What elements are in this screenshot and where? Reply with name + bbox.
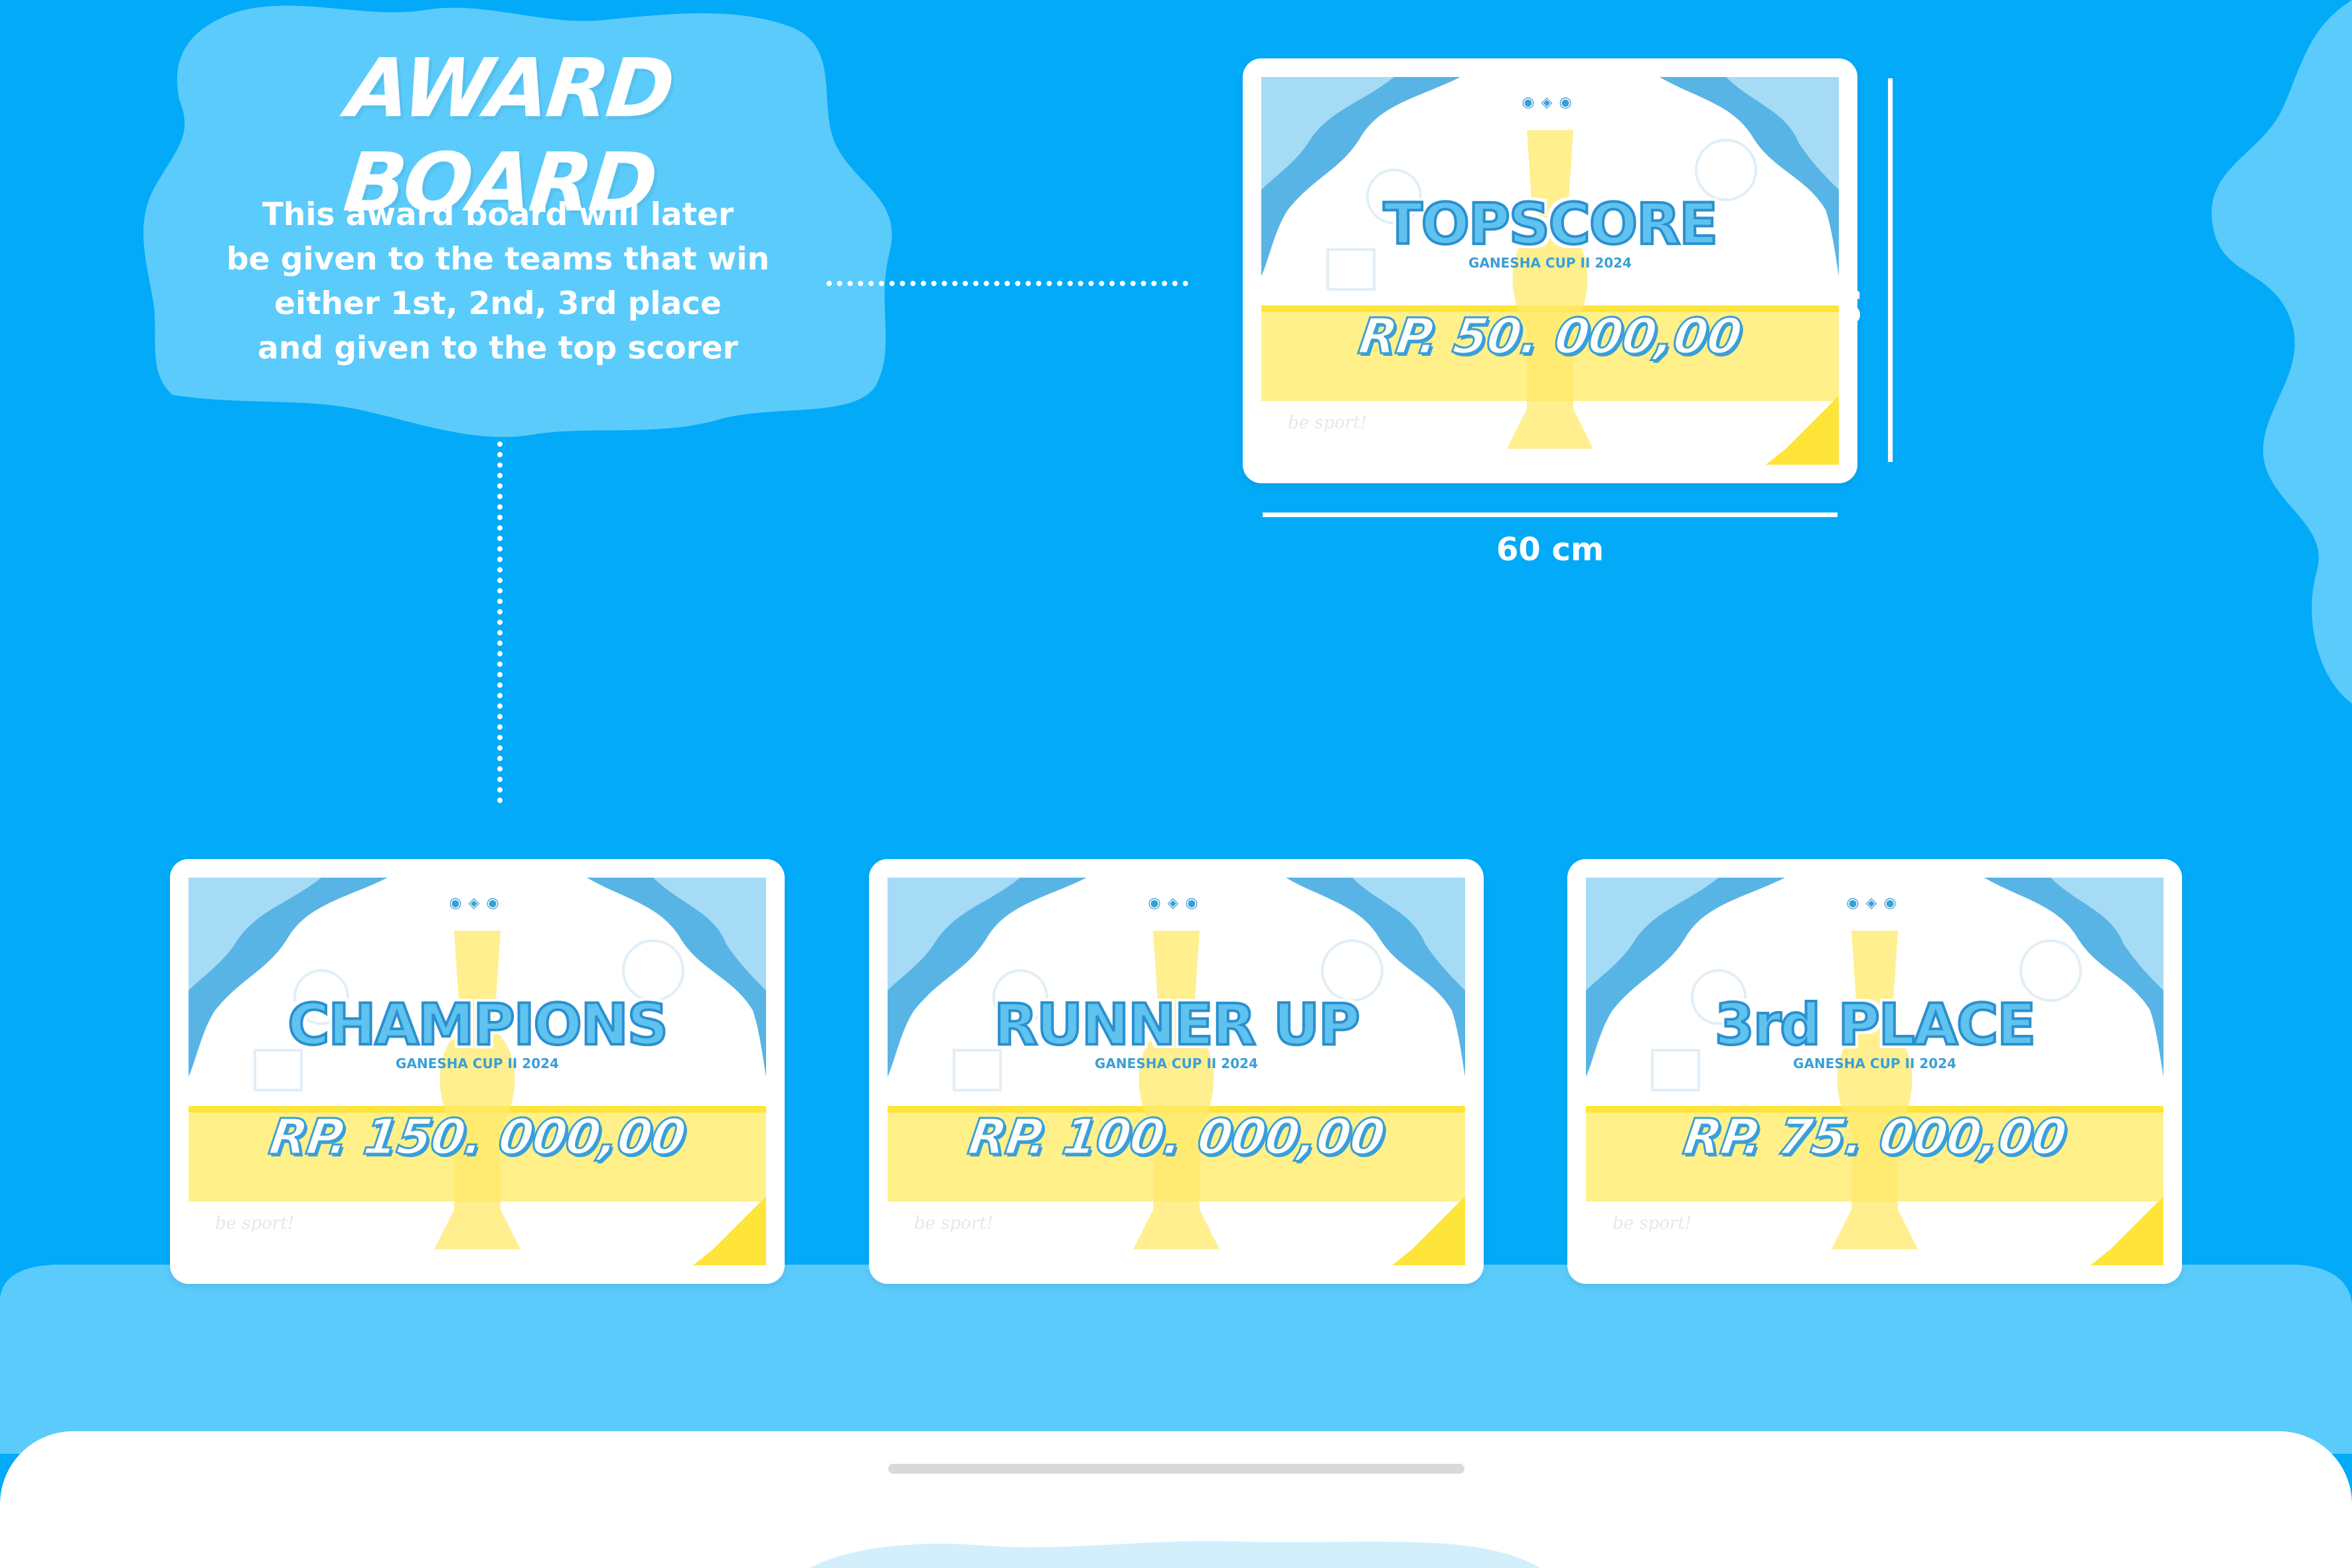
dotted-connector-horizontal [826,281,1188,286]
board-runner-up[interactable]: ◉◈◉ RUNNER UP GANESHA CUP II 2024 RP. 10… [869,859,1484,1284]
board-subtitle: GANESHA CUP II 2024 [1793,1056,1956,1071]
board-topscore[interactable]: ◉◈◉ TOPSCORE GANESHA CUP II 2024 RP. 50.… [1243,58,1857,483]
sheet-drag-handle[interactable] [888,1464,1464,1474]
board-prize: RP. 150. 000,00 [265,1108,690,1167]
description-line: either 1st, 2nd, 3rd place [274,285,722,322]
sponsor-logos: ◉◈◉ [449,895,506,911]
height-dimension-line [1888,78,1893,462]
board-prize: RP. 50. 000,00 [1354,307,1746,366]
width-dimension-line [1263,512,1838,517]
bottom-sheet-blob [810,1541,1540,1568]
board-artwork: ◉◈◉ CHAMPIONS GANESHA CUP II 2024 RP. 15… [189,878,766,1265]
description-line: This award board will later [262,196,734,233]
board-decoration [189,878,766,1265]
board-decoration [1586,878,2163,1265]
description-line: be given to the teams that win [226,241,770,277]
board-decoration [888,878,1465,1265]
description-text: This award board will later be given to … [199,193,797,370]
board-tagline: be sport! [1288,413,1368,433]
board-subtitle: GANESHA CUP II 2024 [396,1056,559,1071]
board-subtitle: GANESHA CUP II 2024 [1095,1056,1258,1071]
board-artwork: ◉◈◉ 3rd PLACE GANESHA CUP II 2024 RP. 75… [1586,878,2163,1265]
board-heading: CHAMPIONS [286,990,669,1059]
board-3rd-place[interactable]: ◉◈◉ 3rd PLACE GANESHA CUP II 2024 RP. 75… [1567,859,2182,1284]
board-prize: RP. 100. 000,00 [964,1108,1389,1167]
board-prize: RP. 75. 000,00 [1679,1108,2071,1167]
sponsor-logos: ◉◈◉ [1522,94,1579,111]
board-heading: TOPSCORE [1382,190,1719,259]
board-heading: 3rd PLACE [1713,990,2037,1059]
board-decoration [1261,77,1839,465]
floor-band [0,1265,2352,1454]
board-subtitle: GANESHA CUP II 2024 [1468,255,1632,271]
right-edge-blob [2211,0,2352,704]
board-artwork: ◉◈◉ TOPSCORE GANESHA CUP II 2024 RP. 50.… [1261,77,1839,465]
board-champions[interactable]: ◉◈◉ CHAMPIONS GANESHA CUP II 2024 RP. 15… [170,859,785,1284]
board-tagline: be sport! [914,1214,994,1233]
board-artwork: ◉◈◉ RUNNER UP GANESHA CUP II 2024 RP. 10… [888,878,1465,1265]
description-line: and given to the top scorer [258,330,738,366]
sponsor-logos: ◉◈◉ [1846,895,1903,911]
dotted-connector-vertical [497,441,503,803]
board-tagline: be sport! [215,1214,295,1233]
board-tagline: be sport! [1612,1214,1692,1233]
width-dimension-label: 60 cm [1496,531,1604,568]
sponsor-logos: ◉◈◉ [1148,895,1205,911]
board-heading: RUNNER UP [992,990,1362,1059]
